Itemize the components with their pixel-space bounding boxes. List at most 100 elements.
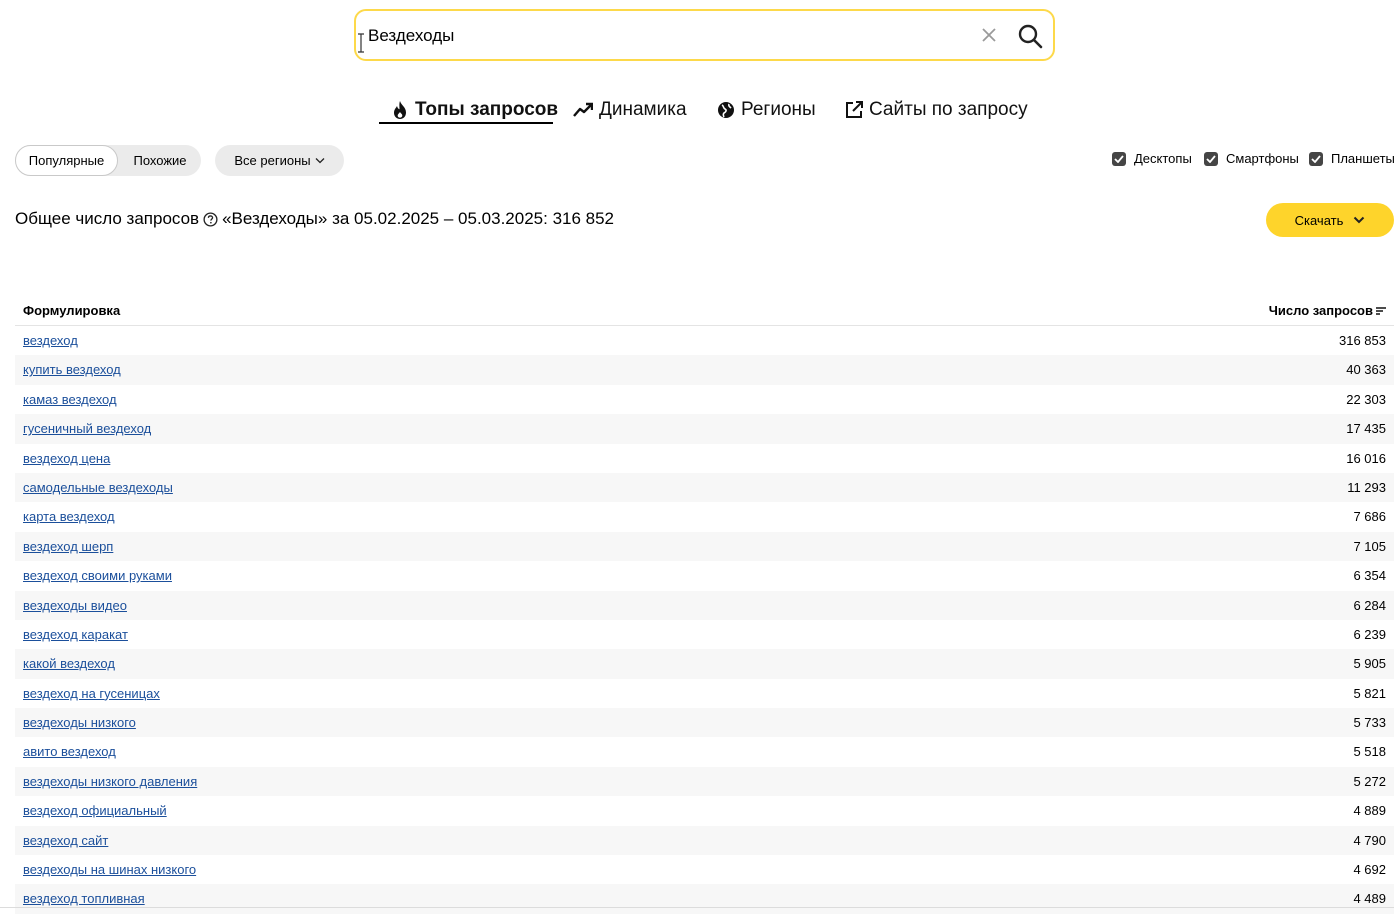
table-row: вездеход 316 853	[15, 326, 1394, 355]
table-row: вездеходы видео 6 284	[15, 590, 1394, 620]
query-link[interactable]: купить вездеход	[23, 362, 121, 377]
checkbox-checked-icon	[1112, 151, 1126, 166]
summary-prefix: Общее число запросов	[15, 209, 200, 228]
tab-top-queries[interactable]: Топы запросов	[391, 96, 558, 124]
query-link[interactable]: гусеничный вездеход	[23, 421, 151, 436]
divider	[0, 907, 1394, 908]
clear-icon[interactable]	[978, 24, 1000, 46]
query-count: 316 853	[1339, 333, 1386, 348]
tabs: Топы запросов Динамика Регионы Сайты по …	[0, 96, 1394, 128]
query-link[interactable]: вездеход на гусеницах	[23, 686, 160, 701]
trend-icon	[573, 102, 593, 117]
tab-regions[interactable]: Регионы	[717, 96, 816, 124]
tablets-label: Планшеты	[1331, 151, 1394, 166]
globe-icon	[718, 102, 734, 118]
query-count: 4 790	[1353, 832, 1386, 848]
table-row: вездеход своими руками 6 354	[15, 561, 1394, 590]
table-row: вездеход каракат 6 239	[15, 620, 1394, 649]
chevron-down-icon	[315, 158, 325, 164]
query-count: 11 293	[1347, 479, 1386, 495]
regions-dropdown[interactable]: Все регионы	[215, 145, 344, 176]
query-link[interactable]: карта вездеход	[23, 509, 115, 524]
table-row: карта вездеход 7 686	[15, 502, 1394, 531]
query-count: 4 889	[1353, 803, 1386, 819]
table-row: самодельные вездеходы 11 293	[15, 472, 1394, 503]
query-count: 6 354	[1353, 568, 1386, 584]
query-count: 6 284	[1353, 597, 1386, 613]
table-header: Формулировка Число запросов	[15, 296, 1394, 326]
summary-suffix: «Вездеходы» за 05.02.2025 – 05.03.2025: …	[222, 209, 615, 228]
query-link[interactable]: авито вездеход	[23, 744, 116, 759]
query-link[interactable]: вездеход сайт	[23, 833, 108, 848]
popular-option[interactable]: Популярные	[15, 145, 118, 176]
query-count: 4 489	[1353, 891, 1386, 907]
table-body: вездеход 316 853 купить вездеход 40 363 кама…	[15, 326, 1394, 914]
tab-label: Топы запросов	[415, 99, 559, 120]
download-button[interactable]: Скачать	[1266, 203, 1394, 237]
query-link[interactable]: вездеход своими руками	[23, 568, 172, 583]
query-count: 22 303	[1346, 391, 1386, 407]
active-tab-underline	[379, 122, 553, 124]
query-link[interactable]: вездеход официальный	[23, 803, 167, 818]
sort-icon	[1376, 306, 1386, 315]
desktops-checkbox[interactable]: Десктопы	[1112, 151, 1192, 166]
text-cursor-icon	[358, 33, 364, 53]
tab-label: Динамика	[599, 99, 687, 120]
query-link[interactable]: вездеходы на шинах низкого	[23, 862, 196, 877]
smartphones-checkbox[interactable]: Смартфоны	[1204, 151, 1299, 166]
query-link[interactable]: вездеход шерп	[23, 539, 113, 554]
search-box[interactable]	[354, 9, 1055, 61]
query-link[interactable]: вездеход	[23, 333, 78, 348]
regions-label: Все регионы	[234, 153, 311, 168]
query-link[interactable]: вездеход цена	[23, 451, 110, 466]
query-link[interactable]: камаз вездеход	[23, 392, 117, 407]
column-count-sort[interactable]: Число запросов	[1269, 303, 1386, 318]
tab-dynamics[interactable]: Динамика	[573, 96, 687, 124]
table-row: вездеходы низкого давления 5 272	[15, 766, 1394, 797]
table-row: авито вездеход 5 518	[15, 737, 1394, 766]
column-count: Число запросов	[1268, 303, 1373, 318]
checkbox-checked-icon	[1309, 151, 1323, 166]
similar-option[interactable]: Похожие	[121, 145, 199, 176]
query-link[interactable]: самодельные вездеходы	[23, 480, 173, 495]
external-link-icon	[846, 101, 863, 118]
query-link[interactable]: вездеходы низкого	[23, 715, 136, 730]
table-row: вездеходы низкого 5 733	[15, 708, 1394, 738]
chevron-down-icon	[1354, 216, 1365, 224]
table-row: вездеход шерп 7 105	[15, 531, 1394, 562]
tablets-checkbox[interactable]: Планшеты	[1309, 151, 1394, 166]
query-link[interactable]: какой вездеход	[23, 656, 115, 671]
query-count: 7 105	[1353, 538, 1386, 554]
checkbox-checked-icon	[1204, 151, 1218, 166]
search-icon[interactable]	[1016, 22, 1044, 50]
desktops-label: Десктопы	[1134, 151, 1192, 166]
table-row: какой вездеход 5 905	[15, 649, 1394, 679]
query-link[interactable]: вездеходы видео	[23, 598, 127, 613]
query-count: 16 016	[1346, 450, 1386, 466]
table-row: гусеничный вездеход 17 435	[15, 414, 1394, 444]
fire-icon	[394, 101, 406, 119]
query-count: 17 435	[1346, 421, 1386, 437]
tab-sites[interactable]: Сайты по запросу	[845, 96, 1028, 124]
table-row: вездеход официальный 4 889	[15, 796, 1394, 825]
query-count: 40 363	[1346, 362, 1386, 378]
query-count: 5 733	[1353, 715, 1386, 731]
tab-label: Регионы	[741, 99, 816, 120]
download-label: Скачать	[1294, 212, 1344, 228]
query-count: 5 905	[1353, 656, 1386, 672]
query-link[interactable]: вездеход топливная	[23, 891, 145, 906]
table-row: вездеход на гусеницах 5 821	[15, 679, 1394, 708]
query-link[interactable]: вездеходы низкого давления	[23, 774, 197, 789]
search-input[interactable]	[368, 23, 968, 49]
smartphones-label: Смартфоны	[1226, 151, 1299, 166]
table-row: вездеход топливная 4 489	[15, 884, 1394, 914]
help-icon[interactable]	[203, 211, 218, 227]
query-count: 4 692	[1353, 862, 1386, 878]
query-count: 5 518	[1353, 744, 1386, 760]
queries-table: Формулировка Число запросов вездеход 316 …	[15, 296, 1394, 914]
table-row: вездеход цена 16 016	[15, 444, 1394, 473]
query-count: 5 272	[1353, 773, 1386, 789]
tab-label: Сайты по запросу	[869, 99, 1028, 120]
query-count: 6 239	[1353, 626, 1386, 642]
query-link[interactable]: вездеход каракат	[23, 627, 128, 642]
